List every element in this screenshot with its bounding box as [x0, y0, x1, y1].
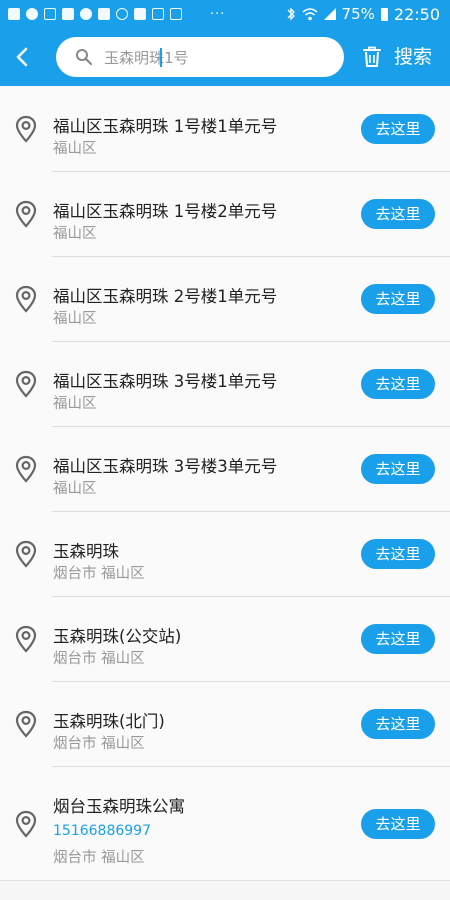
clipboard-icon	[170, 8, 182, 20]
go-here-button[interactable]: 去这里	[361, 709, 435, 739]
search-box[interactable]	[56, 37, 344, 77]
list-item[interactable]: 福山区玉森明珠 2号楼1单元号 福山区 去这里	[0, 257, 450, 342]
go-here-button[interactable]: 去这里	[361, 539, 435, 569]
search-icon	[72, 45, 96, 69]
item-phone[interactable]: 15166886997	[53, 823, 151, 839]
item-title: 福山区玉森明珠 1号楼1单元号	[53, 117, 278, 136]
results-list: 福山区玉森明珠 1号楼1单元号 福山区 去这里 福山区玉森明珠 1号楼2单元号 …	[0, 87, 450, 881]
more-notifications-dots: ···	[210, 6, 226, 22]
list-item[interactable]: 福山区玉森明珠 3号楼1单元号 福山区 去这里	[0, 342, 450, 427]
list-item[interactable]: 福山区玉森明珠 1号楼1单元号 福山区 去这里	[0, 87, 450, 172]
divider	[0, 880, 450, 881]
item-title: 福山区玉森明珠 3号楼3单元号	[53, 457, 278, 476]
download-icon	[116, 8, 128, 20]
chevron-left-icon	[16, 47, 28, 67]
shopping-bag-icon	[62, 8, 74, 20]
item-subtitle: 烟台市 福山区	[53, 566, 145, 582]
clock: 22:50	[393, 4, 440, 24]
item-title: 福山区玉森明珠 1号楼2单元号	[53, 202, 278, 221]
item-subtitle: 烟台市 福山区	[53, 736, 145, 752]
item-title: 玉森明珠	[53, 542, 119, 561]
location-pin-icon	[15, 115, 37, 143]
timer-icon	[80, 8, 92, 20]
item-subtitle: 福山区	[53, 141, 97, 157]
tiktok-icon	[44, 8, 56, 20]
go-here-button[interactable]: 去这里	[361, 809, 435, 839]
go-here-button[interactable]: 去这里	[361, 114, 435, 144]
go-here-button[interactable]: 去这里	[361, 624, 435, 654]
list-item[interactable]: 福山区玉森明珠 1号楼2单元号 福山区 去这里	[0, 172, 450, 257]
go-here-button[interactable]: 去这里	[361, 284, 435, 314]
wifi-icon	[302, 7, 318, 20]
item-title: 玉森明珠(北门)	[53, 712, 165, 731]
notification-icons: ···	[8, 7, 286, 22]
gallery-icon	[8, 8, 20, 20]
search-button[interactable]: 搜索	[394, 42, 432, 72]
location-pin-icon	[15, 370, 37, 398]
item-title: 福山区玉森明珠 2号楼1单元号	[53, 287, 278, 306]
trash-icon	[363, 46, 381, 67]
cloud-icon	[134, 8, 146, 20]
item-subtitle: 烟台市 福山区	[53, 651, 145, 667]
text-cursor	[160, 48, 162, 67]
status-bar: ··· 75% 22:50	[0, 0, 450, 28]
go-here-button[interactable]: 去这里	[361, 454, 435, 484]
clear-button[interactable]	[358, 42, 386, 72]
status-right: 75% 22:50	[286, 5, 440, 24]
item-subtitle: 福山区	[53, 226, 97, 242]
item-subtitle: 福山区	[53, 481, 97, 497]
location-pin-icon	[15, 455, 37, 483]
qq-icon	[26, 8, 38, 20]
location-pin-icon	[15, 285, 37, 313]
search-input[interactable]	[104, 48, 324, 66]
item-title: 玉森明珠(公交站)	[53, 627, 182, 646]
location-pin-icon	[15, 710, 37, 738]
item-title: 烟台玉森明珠公寓	[53, 797, 185, 816]
item-subtitle: 福山区	[53, 396, 97, 412]
location-pin-icon	[15, 540, 37, 568]
location-pin-icon	[15, 200, 37, 228]
go-here-button[interactable]: 去这里	[361, 369, 435, 399]
item-title: 福山区玉森明珠 3号楼1单元号	[53, 372, 278, 391]
list-item[interactable]: 福山区玉森明珠 3号楼3单元号 福山区 去这里	[0, 427, 450, 512]
bluetooth-icon	[287, 7, 295, 21]
list-item[interactable]: 烟台玉森明珠公寓 15166886997 烟台市 福山区 去这里	[0, 767, 450, 881]
signal-icon	[323, 8, 336, 20]
square-icon	[98, 8, 110, 20]
search-header: 搜索	[0, 28, 450, 86]
go-here-button[interactable]: 去这里	[361, 199, 435, 229]
location-pin-icon	[15, 810, 37, 838]
battery-percentage: 75%	[341, 5, 375, 23]
list-item[interactable]: 玉森明珠(北门) 烟台市 福山区 去这里	[0, 682, 450, 767]
item-subtitle: 烟台市 福山区	[53, 850, 145, 866]
chart-icon	[152, 8, 164, 20]
location-pin-icon	[15, 625, 37, 653]
list-item[interactable]: 玉森明珠(公交站) 烟台市 福山区 去这里	[0, 597, 450, 682]
list-item[interactable]: 玉森明珠 烟台市 福山区 去这里	[0, 512, 450, 597]
battery-icon	[380, 7, 388, 21]
item-subtitle: 福山区	[53, 311, 97, 327]
back-button[interactable]	[0, 28, 44, 86]
